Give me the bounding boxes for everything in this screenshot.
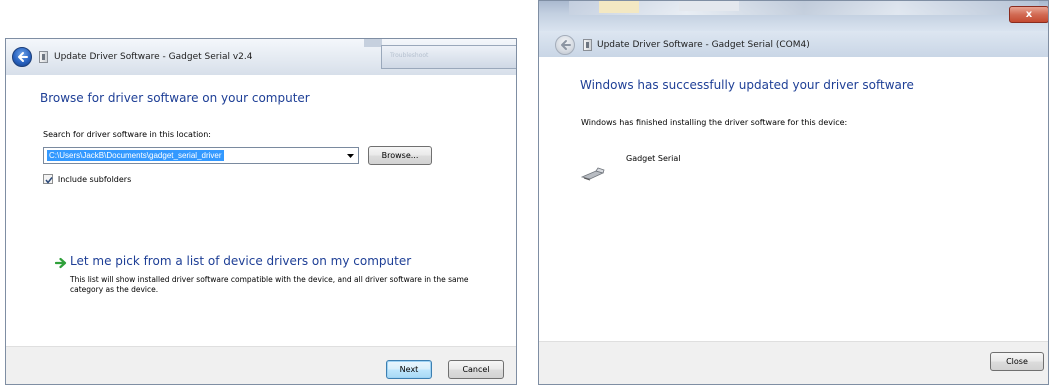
page-heading: Windows has successfully updated your dr… xyxy=(580,78,914,92)
driver-updated-dialog: x Update Driver Software - Gadget Serial… xyxy=(538,0,1049,385)
search-location-label: Search for driver software in this locat… xyxy=(43,130,211,139)
back-button[interactable] xyxy=(555,35,575,55)
background-tab-label: Troubleshoot xyxy=(390,52,429,59)
include-subfolders-checkbox[interactable] xyxy=(43,174,53,184)
checkmark-icon xyxy=(45,177,53,184)
driver-app-icon xyxy=(583,39,592,51)
back-arrow-icon xyxy=(18,52,28,62)
browse-driver-dialog: Troubleshoot Update Driver Software - Ga… xyxy=(5,38,517,385)
serial-device-icon xyxy=(581,167,605,181)
page-heading: Browse for driver software on your compu… xyxy=(40,91,310,105)
next-button[interactable]: Next xyxy=(386,360,432,379)
device-name: Gadget Serial xyxy=(626,154,681,163)
driver-path-combobox[interactable]: C:\Users\JackB\Documents\gadget_serial_d… xyxy=(43,147,359,164)
background-window-fragment xyxy=(679,1,739,11)
back-arrow-icon xyxy=(561,40,571,50)
dialog-footer xyxy=(539,341,1048,384)
close-window-button[interactable]: x xyxy=(1009,6,1048,23)
background-window-tab: Troubleshoot xyxy=(381,45,516,69)
browse-button[interactable]: Browse... xyxy=(368,146,432,165)
green-arrow-icon xyxy=(55,257,67,269)
close-button[interactable]: Close xyxy=(990,352,1044,371)
dialog-footer xyxy=(6,346,516,384)
include-subfolders[interactable]: Include subfolders xyxy=(43,174,131,185)
back-button[interactable] xyxy=(12,47,32,67)
background-window-fragment xyxy=(599,1,639,13)
pick-from-list-link[interactable]: Let me pick from a list of device driver… xyxy=(70,254,411,268)
driver-app-icon xyxy=(39,51,48,63)
window-title: Update Driver Software - Gadget Serial v… xyxy=(54,52,253,62)
background-window-fragment xyxy=(364,39,382,47)
background-window-strip xyxy=(569,1,1039,15)
driver-path-input[interactable]: C:\Users\JackB\Documents\gadget_serial_d… xyxy=(47,150,224,161)
title-bar: x xyxy=(539,1,1048,31)
cancel-button[interactable]: Cancel xyxy=(448,360,504,379)
pick-from-list-description: This list will show installed driver sof… xyxy=(70,275,469,294)
finished-message: Windows has finished installing the driv… xyxy=(581,118,848,127)
include-subfolders-label: Include subfolders xyxy=(57,174,132,184)
window-title: Update Driver Software - Gadget Serial (… xyxy=(597,40,810,50)
title-bar: Troubleshoot Update Driver Software - Ga… xyxy=(6,39,516,75)
dropdown-arrow-icon[interactable] xyxy=(347,154,354,158)
